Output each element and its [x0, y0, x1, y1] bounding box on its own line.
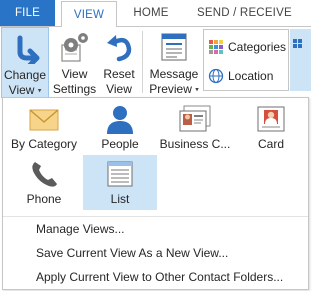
message-preview-button[interactable]: Message Preview ▾ — [147, 27, 201, 98]
change-view-icon — [10, 32, 40, 68]
contact-card-icon — [255, 104, 287, 137]
tab-send-receive[interactable]: SEND / RECEIVE — [185, 0, 311, 26]
save-current-view-menu-item[interactable]: Save Current View As a New View... — [36, 244, 228, 262]
view-people[interactable]: People — [83, 100, 157, 155]
tab-view[interactable]: VIEW — [61, 1, 117, 27]
grid-icon — [293, 39, 302, 48]
change-view-dropdown: By Category People Business C... Card Ph… — [2, 97, 309, 290]
manage-views-menu-item[interactable]: Manage Views... — [36, 220, 125, 238]
person-icon — [104, 104, 136, 137]
globe-icon — [208, 68, 224, 91]
dropdown-arrow-icon: ▾ — [195, 86, 199, 94]
ribbon-tab-row: FILE VIEW HOME SEND / RECEIVE — [0, 0, 311, 27]
apply-current-view-menu-item[interactable]: Apply Current View to Other Contact Fold… — [36, 268, 283, 286]
gear-icon — [60, 31, 90, 67]
categories-icon — [208, 39, 224, 62]
view-card[interactable]: Card — [234, 100, 308, 155]
menu-divider — [3, 216, 308, 217]
arrangement-gallery: Categories Location — [203, 29, 289, 91]
envelope-icon — [28, 104, 60, 137]
gallery-more-button[interactable] — [290, 29, 311, 91]
view-settings-label: View Settings — [52, 67, 97, 96]
change-view-label: Change View ▾ — [3, 68, 47, 97]
location-option[interactable]: Location — [208, 65, 273, 87]
reset-view-button[interactable]: Reset View — [99, 27, 139, 98]
ribbon-group-divider — [142, 31, 143, 93]
business-card-icon — [178, 104, 212, 137]
tab-home[interactable]: HOME — [121, 0, 181, 26]
view-settings-button[interactable]: View Settings — [52, 27, 97, 98]
phone-icon — [28, 159, 60, 192]
tab-file[interactable]: FILE — [0, 0, 55, 26]
message-preview-label: Message Preview ▾ — [149, 67, 199, 96]
categories-option[interactable]: Categories — [208, 36, 286, 58]
message-preview-icon — [159, 31, 189, 67]
tab-divider — [0, 26, 311, 27]
dropdown-arrow-icon: ▾ — [37, 87, 42, 95]
undo-arrow-icon — [105, 31, 133, 67]
view-by-category[interactable]: By Category — [7, 100, 81, 155]
ribbon: Change View ▾ View Settings Reset View M… — [0, 27, 311, 98]
reset-view-label: Reset View — [103, 67, 135, 96]
list-icon — [104, 159, 136, 192]
change-view-button[interactable]: Change View ▾ — [1, 27, 49, 98]
view-phone[interactable]: Phone — [7, 155, 81, 210]
view-list[interactable]: List — [83, 155, 157, 210]
view-business-card[interactable]: Business C... — [158, 100, 232, 155]
